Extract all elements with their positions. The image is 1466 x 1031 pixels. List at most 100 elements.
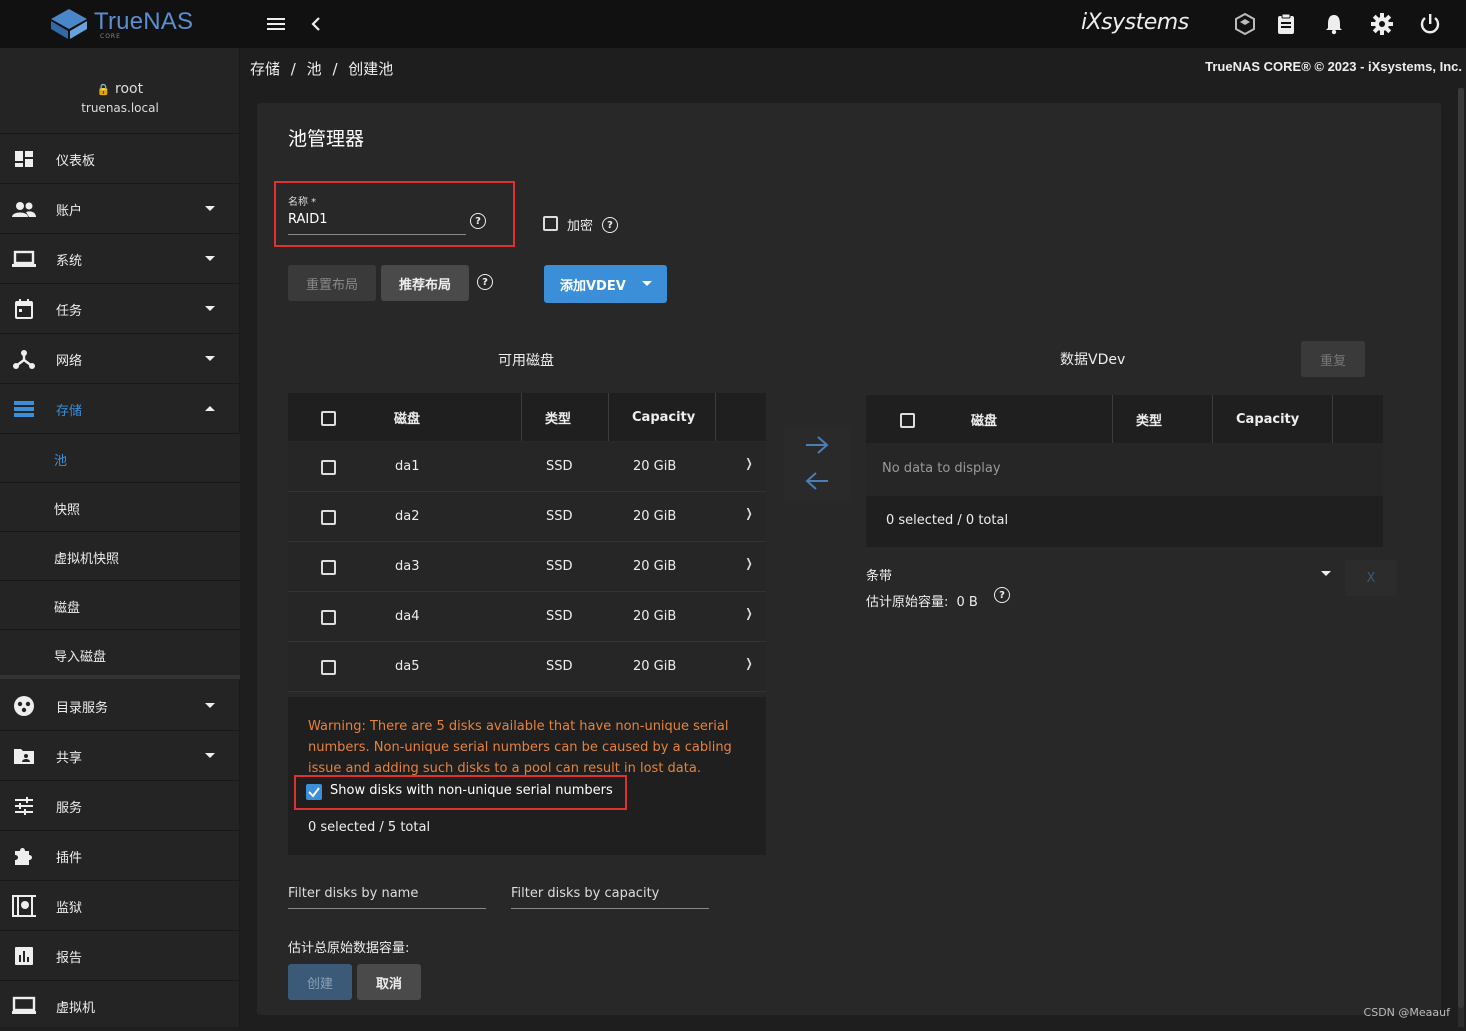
sidebar-item-virtual-machines[interactable]: 虚拟机 (0, 981, 240, 1031)
sidebar-item-directory-services[interactable]: 目录服务 (0, 681, 240, 731)
power-icon[interactable] (1418, 12, 1442, 36)
filter-disks-by-capacity-input[interactable]: Filter disks by capacity (511, 886, 659, 901)
scrollbar-thumb[interactable] (1458, 88, 1464, 1008)
table-row[interactable]: da4 SSD 20 GiB ❯ (288, 592, 766, 642)
chevron-right-icon[interactable]: ❯ (746, 556, 753, 570)
caret-down-icon[interactable] (1321, 571, 1331, 576)
sidebar-item-plugins[interactable]: 插件 (0, 831, 240, 881)
chevron-right-icon[interactable]: ❯ (746, 506, 753, 520)
breadcrumb-storage[interactable]: 存储 (250, 60, 280, 78)
ixsystems-logo: iXsystems (1081, 10, 1189, 35)
encrypt-checkbox[interactable] (543, 216, 558, 231)
column-disk[interactable]: 磁盘 (394, 393, 420, 441)
add-vdev-button[interactable]: 添加VDEV (544, 265, 667, 303)
puzzle-icon (12, 845, 36, 867)
logo-text: TrueNAS (94, 8, 193, 36)
row-checkbox[interactable] (321, 510, 336, 525)
filter-disks-by-name-input[interactable]: Filter disks by name (288, 886, 418, 901)
vdev-raw-capacity: 估计原始容量: 0 B (866, 591, 978, 610)
vdev-selected-count: 0 selected / 0 total (886, 513, 1008, 528)
sidebar-item-label: 系统 (56, 250, 82, 269)
sidebar-item-reporting[interactable]: 报告 (0, 931, 240, 981)
sidebar-item-storage[interactable]: 存储 (0, 384, 240, 434)
sidebar-item-label: 插件 (56, 847, 82, 866)
help-icon[interactable]: ? (470, 213, 486, 229)
vdev-select-all-checkbox[interactable] (900, 413, 915, 428)
table-row[interactable]: da1 SSD 20 GiB ❯ (288, 442, 766, 492)
sidebar-item-jails[interactable]: 监狱 (0, 881, 240, 931)
sidebar-item-accounts[interactable]: 账户 (0, 184, 240, 234)
storage-icon (12, 398, 36, 420)
suggest-layout-button[interactable]: 推荐布局 (381, 265, 469, 301)
chevron-right-icon[interactable]: ❯ (746, 656, 753, 670)
column-type[interactable]: 类型 (545, 393, 571, 441)
column-capacity[interactable]: Capacity (632, 393, 695, 441)
lock-icon: 🔒 (97, 83, 111, 96)
help-icon[interactable]: ? (602, 217, 618, 233)
show-nonunique-checkbox[interactable] (306, 784, 322, 800)
table-row[interactable]: da3 SSD 20 GiB ❯ (288, 542, 766, 592)
row-checkbox[interactable] (321, 660, 336, 675)
select-all-checkbox[interactable] (321, 411, 336, 426)
bell-icon[interactable] (1322, 12, 1346, 36)
sidebar-item-network[interactable]: 网络 (0, 334, 240, 384)
sidebar-item-tasks[interactable]: 任务 (0, 284, 240, 334)
clipboard-icon[interactable] (1274, 12, 1298, 36)
sidebar-item-dashboard[interactable]: 仪表板 (0, 134, 240, 184)
vdev-column-capacity[interactable]: Capacity (1236, 395, 1299, 443)
sidebar-item-sharing[interactable]: 共享 (0, 731, 240, 781)
scrollbar[interactable] (1458, 88, 1464, 1027)
name-field[interactable]: RAID1 (288, 212, 328, 227)
caret-up-icon (205, 406, 215, 411)
gear-icon[interactable] (1370, 12, 1394, 36)
move-disks-panel (784, 428, 850, 500)
row-checkbox[interactable] (321, 460, 336, 475)
disk-name: da3 (395, 559, 420, 574)
chevron-right-icon[interactable]: ❯ (746, 606, 753, 620)
caret-down-icon (205, 256, 215, 261)
chevron-right-icon[interactable]: ❯ (746, 456, 753, 470)
watermark: CSDN @Meaauf (1364, 1006, 1450, 1019)
check-icon (306, 784, 322, 800)
vdev-column-disk[interactable]: 磁盘 (971, 395, 997, 443)
sidebar-subitem-vm-snapshots[interactable]: 虚拟机快照 (0, 532, 240, 581)
sidebar-subitem-import-disk[interactable]: 导入磁盘 (0, 630, 240, 679)
cancel-button[interactable]: 取消 (357, 964, 421, 1000)
data-vdev-title: 数据VDev (1060, 349, 1125, 369)
vdev-layout-select[interactable]: 条带 (866, 565, 892, 584)
caret-down-icon (205, 206, 215, 211)
row-checkbox[interactable] (321, 610, 336, 625)
repeat-button[interactable]: 重复 (1301, 341, 1365, 377)
create-button[interactable]: 创建 (288, 964, 352, 1000)
menu-icon[interactable] (264, 12, 288, 36)
breadcrumb-pools[interactable]: 池 (307, 60, 322, 78)
directory-icon (12, 695, 36, 717)
user-name[interactable]: 🔒 root (0, 81, 240, 97)
sidebar-subitem-snapshots[interactable]: 快照 (0, 483, 240, 532)
table-row[interactable]: da2 SSD 20 GiB ❯ (288, 492, 766, 542)
disk-name: da5 (395, 659, 420, 674)
vdev-column-type[interactable]: 类型 (1136, 395, 1162, 443)
help-icon[interactable]: ? (477, 274, 493, 290)
caret-down-icon (205, 306, 215, 311)
user-host: truenas.local (0, 101, 240, 115)
page-title: 池管理器 (288, 124, 364, 151)
chevron-left-icon[interactable] (304, 12, 328, 36)
sidebar-subitem-pools[interactable]: 池 (0, 434, 240, 483)
reset-layout-button[interactable]: 重置布局 (288, 265, 376, 301)
arrow-left-icon[interactable] (804, 470, 830, 492)
sidebar-item-services[interactable]: 服务 (0, 781, 240, 831)
row-checkbox[interactable] (321, 560, 336, 575)
table-row[interactable]: da5 SSD 20 GiB ❯ (288, 642, 766, 692)
tune-icon (12, 795, 36, 817)
caret-down-icon (642, 281, 652, 286)
help-icon[interactable]: ? (994, 587, 1010, 603)
truecommand-icon[interactable] (1233, 12, 1257, 36)
sidebar: 🔒 root truenas.local 仪表板 账户 系统 任务 网络 存储 … (0, 48, 240, 1027)
remove-vdev-button[interactable]: X (1345, 560, 1397, 596)
sidebar-subitem-disks[interactable]: 磁盘 (0, 581, 240, 630)
arrow-right-icon[interactable] (804, 434, 830, 456)
warning-text: Warning: There are 5 disks available tha… (308, 716, 756, 779)
sidebar-item-label: 账户 (56, 200, 82, 219)
sidebar-item-system[interactable]: 系统 (0, 234, 240, 284)
